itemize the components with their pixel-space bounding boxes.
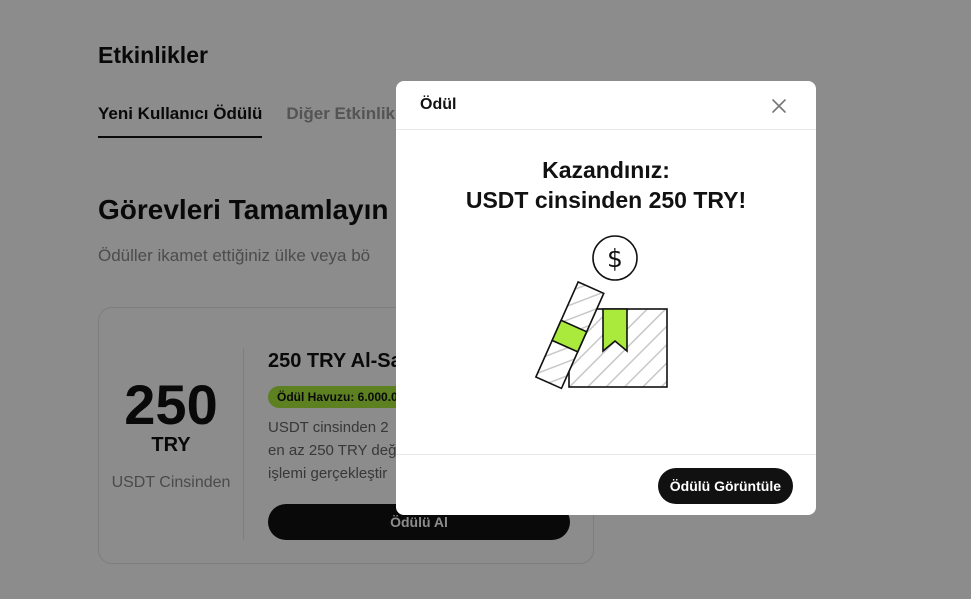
modal-header: Ödül <box>396 81 816 130</box>
headline-line: Kazandınız: <box>542 157 670 183</box>
headline-line: USDT cinsinden 250 TRY! <box>465 187 747 213</box>
reward-modal: Ödül Kazandınız: USDT cinsinden 250 TRY!… <box>396 81 816 515</box>
dollar-coin-icon: $ <box>592 235 638 281</box>
svg-text:$: $ <box>607 244 623 273</box>
modal-title: Ödül <box>420 96 457 113</box>
close-icon[interactable] <box>769 96 789 116</box>
modal-headline: Kazandınız: USDT cinsinden 250 TRY! <box>396 155 816 215</box>
reward-illustration: $ <box>534 235 668 390</box>
view-reward-button[interactable]: Ödülü Görüntüle <box>657 468 793 504</box>
modal-footer: Ödülü Görüntüle <box>396 454 816 515</box>
